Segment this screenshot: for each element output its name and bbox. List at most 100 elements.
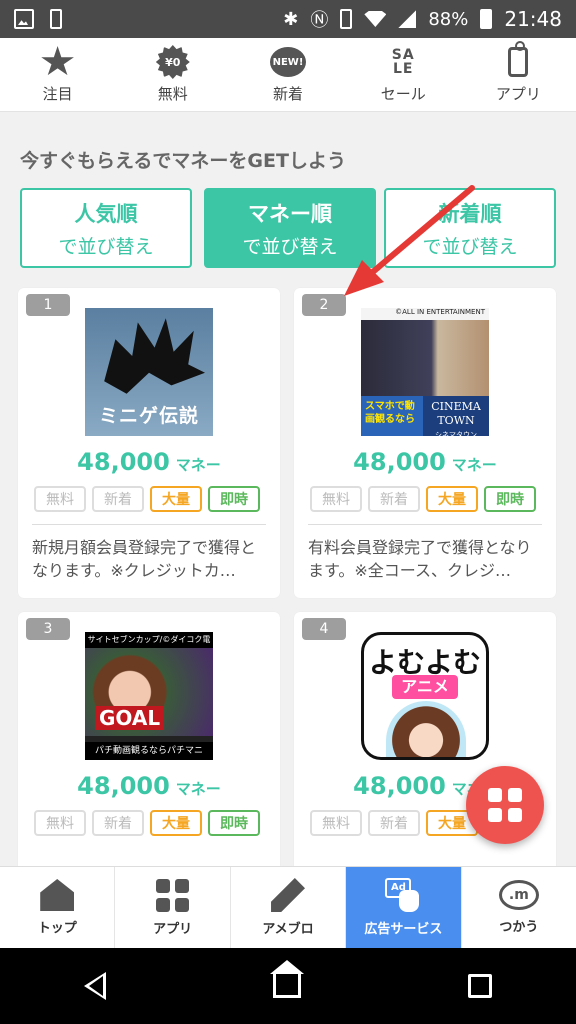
thumbnail-copyright: ©ALL IN ENTERTAINMENT <box>395 308 485 316</box>
bottom-nav-label: 広告サービス <box>364 922 443 937</box>
tag-instant: 即時 <box>208 486 260 512</box>
thumbnail-title: GOAL <box>95 706 165 730</box>
tag-list: 無料 新着 大量 即時 <box>310 486 536 512</box>
sort-new-button[interactable]: 新着順 で並び替え <box>384 188 556 268</box>
apps-grid-icon <box>156 878 190 912</box>
phone-icon <box>508 41 529 77</box>
offer-thumbnail: よむよむ アニメ <box>361 632 489 760</box>
tag-list: 無料 新着 大量 即時 <box>34 486 260 512</box>
bottom-nav-label: アプリ <box>153 921 193 937</box>
tag-new: 新着 <box>368 486 420 512</box>
dragon-graphic <box>104 318 205 394</box>
bottom-nav-label: つかう <box>499 920 539 935</box>
tag-large: 大量 <box>150 486 202 512</box>
thumbnail-title: ミニゲ伝説 <box>98 405 199 427</box>
grid-cell <box>508 788 522 802</box>
tag-free: 無料 <box>34 810 86 836</box>
nfc-icon: Ⓝ <box>310 10 329 31</box>
grid-cell <box>488 788 502 802</box>
reward-value: 48,000 <box>77 448 170 476</box>
offer-card[interactable]: 1 ミニゲ伝説 48,000 マネー 無料 新着 大量 即時 新規月額会員登録完了… <box>18 288 280 598</box>
section-heading: 今すぐもらえるでマネーをGETしよう <box>20 150 346 172</box>
tag-instant: 即時 <box>484 486 536 512</box>
thumbnail-caption: スマホで動画観るなら <box>361 396 423 436</box>
star-icon <box>41 46 74 76</box>
tag-free: 無料 <box>310 486 362 512</box>
reward-value: 48,000 <box>353 448 446 476</box>
nav-item-new[interactable]: NEW! 新着 <box>230 38 345 111</box>
vibrate-icon <box>340 9 353 29</box>
nav-label: 新着 <box>273 85 304 103</box>
bottom-nav-ameblo[interactable]: アメブロ <box>231 867 347 948</box>
wifi-icon <box>364 11 387 27</box>
thumbnail-footer: パチ動画観るならパチマニ <box>85 742 213 760</box>
nav-item-free[interactable]: ¥0 無料 <box>115 38 230 111</box>
tag-list: 無料 新着 大量 即時 <box>34 810 260 836</box>
bottom-nav: トップ アプリ アメブロ Ad 広告サービス .m つかう <box>0 866 576 948</box>
reward-amount: 48,000 マネー <box>18 772 280 800</box>
nav-item-sale[interactable]: SA LE セール <box>346 38 461 111</box>
nav-item-apps[interactable]: アプリ <box>461 38 576 111</box>
reward-amount: 48,000 マネー <box>18 448 280 476</box>
nav-label: 注目 <box>42 85 73 103</box>
rank-badge: 3 <box>26 618 70 640</box>
tag-new: 新着 <box>92 810 144 836</box>
offer-thumbnail: ミニゲ伝説 <box>85 308 213 436</box>
pen-icon <box>271 878 306 912</box>
offer-thumbnail: サイトセブンカップ/©ダイコク電機 GOAL パチ動画観るならパチマニ <box>85 632 213 760</box>
ad-tap-icon: Ad <box>385 878 421 912</box>
nav-label: セール <box>380 85 426 103</box>
reward-unit: マネー <box>175 456 221 474</box>
tag-new: 新着 <box>368 810 420 836</box>
free-burst-icon: ¥0 <box>155 45 190 79</box>
grid-cell <box>488 808 502 822</box>
tag-instant: 即時 <box>208 810 260 836</box>
bottom-nav-label: アメブロ <box>262 922 314 937</box>
bottom-nav-top[interactable]: トップ <box>0 867 116 948</box>
bottom-nav-label: トップ <box>37 921 77 936</box>
sort-money-button[interactable]: マネー順 で並び替え <box>204 188 376 268</box>
rank-badge: 1 <box>26 294 70 316</box>
sort-popular-button[interactable]: 人気順 で並び替え <box>20 188 192 268</box>
brand-sub: シネマタウン <box>435 431 477 436</box>
clock: 21:48 <box>504 7 562 31</box>
offer-description: 新規月額会員登録完了で獲得となります。※クレジットカ… <box>32 538 257 580</box>
sort-sublabel: で並び替え <box>58 235 154 258</box>
battery-icon <box>480 9 493 29</box>
vibrate-icon <box>50 9 62 29</box>
offer-description: 有料会員登録完了で獲得となります。※全コース、クレジ… <box>308 538 532 580</box>
money-coin-icon: .m <box>498 880 539 910</box>
offer-card[interactable]: 3 サイトセブンカップ/©ダイコク電機 GOAL パチ動画観るならパチマニ 48… <box>18 612 280 866</box>
divider <box>308 524 542 525</box>
home-icon <box>40 879 75 911</box>
tag-new: 新着 <box>92 486 144 512</box>
image-icon <box>14 9 34 29</box>
offer-list[interactable]: 今すぐもらえるでマネーをGETしよう 人気順 で並び替え マネー順 で並び替え … <box>0 112 576 866</box>
bottom-nav-use[interactable]: .m つかう <box>462 867 576 948</box>
nav-item-featured[interactable]: 注目 <box>0 38 115 111</box>
home-button-icon[interactable] <box>269 960 304 998</box>
rank-badge: 2 <box>302 294 346 316</box>
system-nav-bar <box>0 948 576 1024</box>
back-icon[interactable] <box>83 972 106 1000</box>
rank-badge: 4 <box>302 618 346 640</box>
offer-card[interactable]: 2 ©ALL IN ENTERTAINMENT スマホで動画観るなら CINEM… <box>294 288 556 598</box>
bottom-nav-apps[interactable]: アプリ <box>115 867 231 948</box>
sort-label: 人気順 <box>74 201 138 226</box>
bottom-nav-ad-service[interactable]: Ad 広告サービス <box>346 867 462 948</box>
thumbnail-photo <box>361 320 489 396</box>
menu-fab-button[interactable] <box>466 766 544 844</box>
recent-apps-icon[interactable] <box>468 974 493 998</box>
thumbnail-subtitle: アニメ <box>392 675 458 699</box>
divider <box>32 524 266 525</box>
thumbnail-header: サイトセブンカップ/©ダイコク電機 <box>85 632 213 660</box>
reward-value: 48,000 <box>353 772 446 800</box>
sort-label: マネー順 <box>248 201 332 226</box>
tag-list: 無料 新着 大量 <box>310 810 478 836</box>
category-nav: 注目 ¥0 無料 NEW! 新着 SA LE セール アプリ <box>0 38 576 112</box>
status-bar: ✱ Ⓝ 88% 21:48 <box>0 0 576 38</box>
tag-free: 無料 <box>310 810 362 836</box>
reward-value: 48,000 <box>77 772 170 800</box>
reward-amount: 48,000 マネー <box>294 448 556 476</box>
tag-free: 無料 <box>34 486 86 512</box>
